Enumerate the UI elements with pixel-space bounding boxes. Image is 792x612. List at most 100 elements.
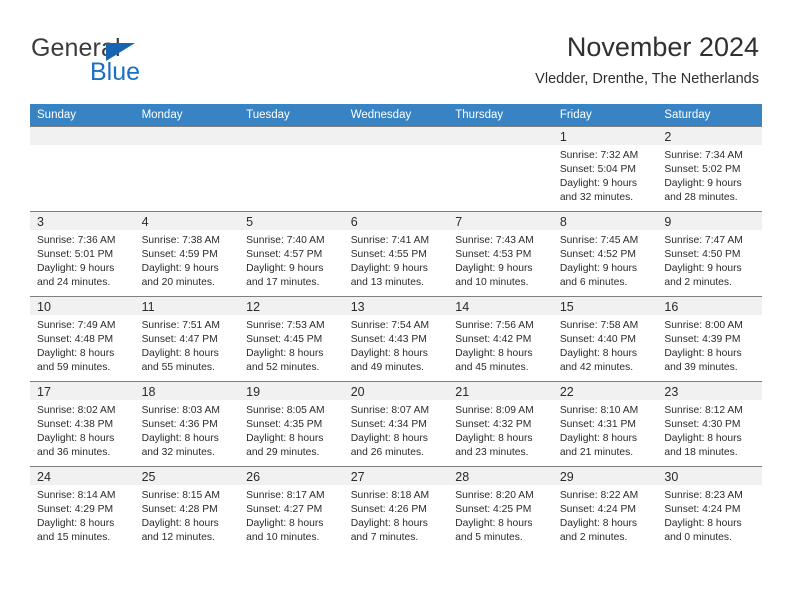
day-number: 17 [37, 385, 51, 399]
day-cell-inner: 29 Sunrise: 8:22 AM Sunset: 4:24 PM Dayligh… [552, 467, 658, 551]
day-cell-details [448, 145, 553, 149]
daylight-duration-line1: Daylight: 8 hours [246, 348, 324, 360]
weekday-header-monday: Monday [134, 104, 240, 127]
day-number: 29 [559, 470, 574, 484]
calendar-day-cell[interactable]: 1 Sunrise: 7:32 AM Sunset: 5:04 PM Daylight… [552, 126, 658, 212]
daylight-duration-line1: Daylight: 8 hours [350, 518, 428, 530]
daylight-duration-line2: and 59 minutes. [37, 362, 111, 374]
daylight-duration-line1: Daylight: 9 hours [664, 178, 742, 190]
calendar-day-cell[interactable]: 2 Sunrise: 7:34 AM Sunset: 5:02 PM Daylight… [657, 126, 762, 212]
calendar-day-cell[interactable]: 16 Sunrise: 8:00 AM Sunset: 4:39 PM Dayligh… [657, 296, 762, 382]
sunset-time: Sunset: 4:42 PM [455, 334, 532, 346]
day-number-band: 22 [552, 382, 658, 400]
calendar-day-cell[interactable]: 29 Sunrise: 8:22 AM Sunset: 4:24 PM Dayligh… [552, 466, 658, 551]
calendar-day-cell[interactable]: 30 Sunrise: 8:23 AM Sunset: 4:24 PM Dayligh… [657, 466, 762, 551]
day-number: 5 [246, 215, 254, 229]
sunset-time: Sunset: 5:01 PM [37, 249, 114, 261]
day-number: 20 [350, 385, 365, 399]
sunrise-time: Sunrise: 8:12 AM [664, 405, 743, 416]
daylight-duration-line2: and 0 minutes. [664, 532, 732, 544]
sunrise-time: Sunrise: 8:09 AM [455, 405, 534, 416]
day-cell-details: Sunrise: 8:05 AM Sunset: 4:35 PM Daylight:… [239, 400, 344, 460]
day-cell-details [239, 145, 344, 149]
calendar-day-cell[interactable]: 14 Sunrise: 7:56 AM Sunset: 4:42 PM Dayligh… [448, 296, 553, 382]
day-number [239, 127, 344, 129]
calendar-day-cell[interactable]: 22 Sunrise: 8:10 AM Sunset: 4:31 PM Dayligh… [552, 381, 658, 467]
daylight-duration-line2: and 52 minutes. [246, 362, 320, 374]
day-cell-details: Sunrise: 7:41 AM Sunset: 4:55 PM Daylight:… [344, 230, 449, 290]
day-cell-details: Sunrise: 7:45 AM Sunset: 4:52 PM Daylight:… [553, 230, 658, 290]
sunrise-time: Sunrise: 7:49 AM [37, 320, 116, 331]
calendar-day-cell[interactable]: 10 Sunrise: 7:49 AM Sunset: 4:48 PM Dayligh… [30, 296, 135, 382]
logo-text-blue: Blue [90, 58, 141, 86]
day-number-band: 6 [343, 212, 449, 230]
day-cell-details: Sunrise: 8:22 AM Sunset: 4:24 PM Daylight:… [553, 485, 658, 545]
day-cell-details: Sunrise: 7:34 AM Sunset: 5:02 PM Daylight:… [657, 145, 762, 205]
calendar-day-cell[interactable]: 8 Sunrise: 7:45 AM Sunset: 4:52 PM Daylight… [552, 211, 658, 297]
day-number-band: 12 [239, 297, 344, 315]
day-cell-inner: 14 Sunrise: 7:56 AM Sunset: 4:42 PM Dayligh… [448, 297, 553, 381]
day-number-band [134, 127, 240, 145]
day-cell-inner: 18 Sunrise: 8:03 AM Sunset: 4:36 PM Dayligh… [134, 382, 240, 466]
title-block: November 2024 Vledder, Drenthe, The Neth… [535, 30, 759, 89]
calendar-day-cell[interactable]: 13 Sunrise: 7:54 AM Sunset: 4:43 PM Dayligh… [343, 296, 449, 382]
day-cell-inner: 1 Sunrise: 7:32 AM Sunset: 5:04 PM Daylight… [552, 127, 658, 211]
calendar-day-cell[interactable]: 11 Sunrise: 7:51 AM Sunset: 4:47 PM Dayligh… [134, 296, 240, 382]
daylight-duration-line1: Daylight: 9 hours [455, 263, 533, 275]
day-number-band: 8 [552, 212, 658, 230]
day-number: 7 [455, 215, 463, 229]
calendar-week-row: 3 Sunrise: 7:36 AM Sunset: 5:01 PM Daylight… [30, 211, 762, 297]
calendar-week-row: 1 Sunrise: 7:32 AM Sunset: 5:04 PM Daylight… [30, 126, 762, 212]
day-number: 18 [141, 385, 156, 399]
day-number-band: 25 [134, 467, 240, 485]
day-number: 16 [664, 300, 679, 314]
day-cell-inner: 21 Sunrise: 8:09 AM Sunset: 4:32 PM Dayligh… [448, 382, 553, 466]
calendar-day-cell[interactable]: 28 Sunrise: 8:20 AM Sunset: 4:25 PM Dayligh… [448, 466, 553, 551]
daylight-duration-line1: Daylight: 8 hours [559, 348, 638, 360]
day-number-band: 23 [657, 382, 762, 400]
calendar-day-cell[interactable]: 21 Sunrise: 8:09 AM Sunset: 4:32 PM Dayligh… [448, 381, 553, 467]
day-number: 23 [664, 385, 679, 399]
daylight-duration-line1: Daylight: 8 hours [455, 518, 533, 530]
calendar-day-cell[interactable]: 27 Sunrise: 8:18 AM Sunset: 4:26 PM Dayligh… [343, 466, 449, 551]
calendar-day-cell[interactable]: 12 Sunrise: 7:53 AM Sunset: 4:45 PM Dayligh… [239, 296, 344, 382]
daylight-duration-line2: and 12 minutes. [141, 532, 215, 544]
calendar-week-row: 10 Sunrise: 7:49 AM Sunset: 4:48 PM Dayligh… [30, 296, 762, 382]
calendar-day-cell[interactable]: 9 Sunrise: 7:47 AM Sunset: 4:50 PM Daylight… [657, 211, 762, 297]
calendar-day-cell[interactable]: 4 Sunrise: 7:38 AM Sunset: 4:59 PM Daylight… [134, 211, 240, 297]
calendar-day-cell[interactable]: 3 Sunrise: 7:36 AM Sunset: 5:01 PM Daylight… [30, 211, 135, 297]
calendar-day-cell[interactable]: 23 Sunrise: 8:12 AM Sunset: 4:30 PM Dayligh… [657, 381, 762, 467]
daylight-duration-line1: Daylight: 8 hours [141, 518, 219, 530]
day-number-band: 4 [134, 212, 240, 230]
calendar-day-cell[interactable]: 24 Sunrise: 8:14 AM Sunset: 4:29 PM Dayligh… [30, 466, 135, 551]
calendar-day-cell[interactable]: 20 Sunrise: 8:07 AM Sunset: 4:34 PM Dayligh… [343, 381, 449, 467]
sunset-time: Sunset: 4:40 PM [559, 334, 636, 346]
general-blue-logo[interactable]: General Blue [31, 34, 261, 90]
day-number: 26 [246, 470, 261, 484]
calendar-day-cell[interactable]: 17 Sunrise: 8:02 AM Sunset: 4:38 PM Dayligh… [30, 381, 135, 467]
calendar-day-cell[interactable]: 26 Sunrise: 8:17 AM Sunset: 4:27 PM Dayligh… [239, 466, 344, 551]
sunrise-time: Sunrise: 8:00 AM [664, 320, 743, 331]
sunrise-time: Sunrise: 7:54 AM [350, 320, 430, 331]
day-number-band: 16 [657, 297, 762, 315]
calendar-day-cell[interactable]: 7 Sunrise: 7:43 AM Sunset: 4:53 PM Daylight… [448, 211, 553, 297]
sunrise-time: Sunrise: 7:45 AM [559, 235, 639, 246]
daylight-duration-line1: Daylight: 8 hours [37, 348, 115, 360]
daylight-duration-line1: Daylight: 8 hours [664, 518, 742, 530]
day-number [30, 127, 135, 129]
sunrise-time: Sunrise: 8:20 AM [455, 490, 534, 501]
day-number-band: 29 [552, 467, 658, 485]
day-cell-inner: 12 Sunrise: 7:53 AM Sunset: 4:45 PM Dayligh… [239, 297, 344, 381]
sunrise-time: Sunrise: 7:43 AM [455, 235, 534, 246]
calendar-day-cell[interactable]: 6 Sunrise: 7:41 AM Sunset: 4:55 PM Daylight… [343, 211, 449, 297]
sunset-time: Sunset: 4:36 PM [141, 419, 218, 431]
calendar-day-cell[interactable]: 19 Sunrise: 8:05 AM Sunset: 4:35 PM Dayligh… [239, 381, 344, 467]
sunrise-time: Sunrise: 8:07 AM [350, 405, 430, 416]
sunset-time: Sunset: 5:02 PM [664, 164, 741, 176]
calendar-day-cell[interactable]: 25 Sunrise: 8:15 AM Sunset: 4:28 PM Dayligh… [134, 466, 240, 551]
daylight-duration-line2: and 20 minutes. [141, 277, 215, 289]
calendar-day-cell[interactable]: 5 Sunrise: 7:40 AM Sunset: 4:57 PM Daylight… [239, 211, 344, 297]
calendar-day-cell[interactable]: 15 Sunrise: 7:58 AM Sunset: 4:40 PM Dayligh… [552, 296, 658, 382]
calendar-day-cell[interactable]: 18 Sunrise: 8:03 AM Sunset: 4:36 PM Dayligh… [134, 381, 240, 467]
day-number: 24 [37, 470, 51, 484]
